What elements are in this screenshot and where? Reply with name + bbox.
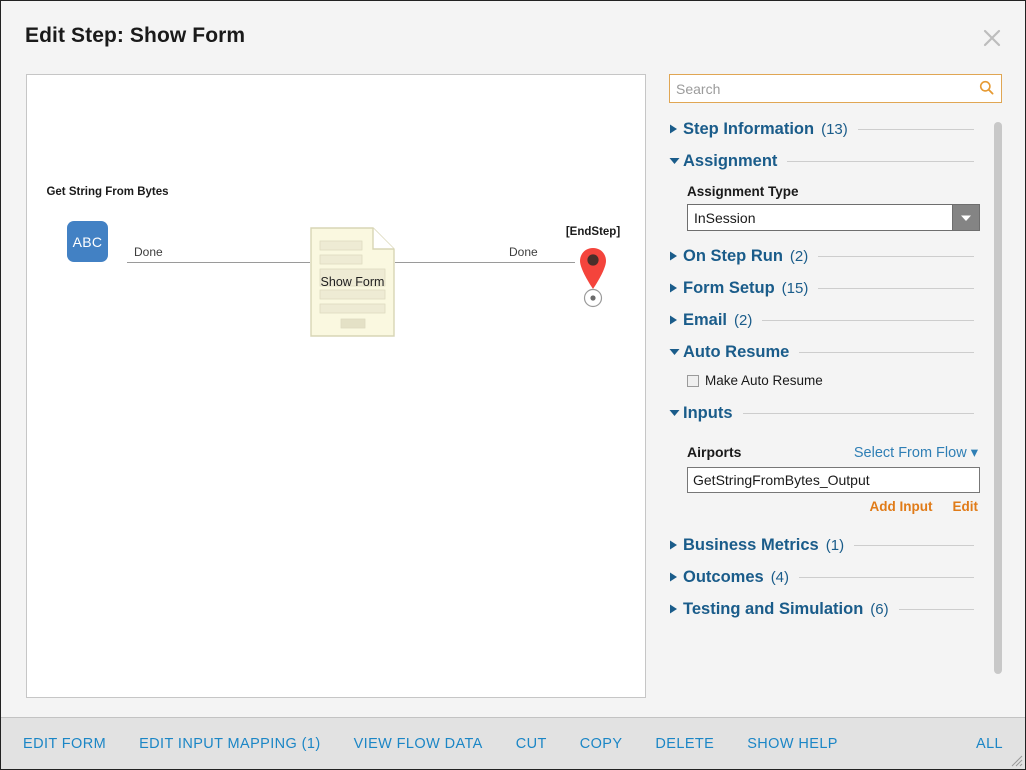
select-from-flow-dropdown[interactable]: Select From Flow ▾ xyxy=(854,445,978,461)
input-header-row: Airports Select From Flow ▾ xyxy=(687,444,980,461)
dialog-footer-toolbar: EDIT FORM EDIT INPUT MAPPING (1) VIEW FL… xyxy=(1,717,1025,769)
section-title: Form Setup xyxy=(683,278,775,297)
chevron-down-icon xyxy=(669,409,683,417)
section-count: (1) xyxy=(825,536,845,554)
section-title: Outcomes xyxy=(683,567,764,586)
make-auto-resume-row[interactable]: Make Auto Resume xyxy=(687,373,980,388)
select-from-flow-label: Select From Flow xyxy=(853,445,967,461)
section-divider xyxy=(742,412,974,414)
section-business-metrics[interactable]: Business Metrics (1) xyxy=(669,532,980,558)
abc-icon: ABC xyxy=(67,221,108,262)
chevron-right-icon xyxy=(669,283,683,293)
dialog-header: Edit Step: Show Form xyxy=(1,1,1025,61)
chevron-right-icon xyxy=(669,540,683,550)
section-form-setup[interactable]: Form Setup (15) xyxy=(669,275,980,301)
section-title: Step Information xyxy=(683,119,815,138)
section-testing-and-simulation[interactable]: Testing and Simulation (6) xyxy=(669,596,980,622)
dialog-body: Done Done Get String From Bytes ABC Show… xyxy=(1,61,1025,717)
section-auto-resume[interactable]: Auto Resume xyxy=(669,339,980,365)
properties-scrollbar[interactable] xyxy=(994,116,1002,694)
node-get-string-from-bytes[interactable]: Get String From Bytes ABC xyxy=(46,186,169,262)
map-pin-icon xyxy=(580,248,606,308)
section-divider xyxy=(787,160,974,162)
chevron-right-icon xyxy=(669,251,683,261)
page-title: Edit Step: Show Form xyxy=(25,24,246,47)
close-icon[interactable] xyxy=(976,22,1008,54)
edit-form-button[interactable]: EDIT FORM xyxy=(23,736,106,752)
section-divider xyxy=(898,608,974,610)
section-title: Business Metrics xyxy=(683,535,819,554)
chevron-down-icon xyxy=(669,348,683,356)
chevron-right-icon xyxy=(669,604,683,614)
view-flow-data-button[interactable]: VIEW FLOW DATA xyxy=(354,736,483,752)
properties-panel: Step Information (13) Assignment Assignm… xyxy=(669,74,1002,696)
section-divider xyxy=(857,128,974,130)
section-divider xyxy=(818,255,974,257)
section-divider xyxy=(818,287,974,289)
assignment-type-select[interactable]: InSession xyxy=(687,204,980,231)
section-title: Inputs xyxy=(683,403,733,422)
edge-line-done-1 xyxy=(127,262,310,263)
section-divider xyxy=(762,319,974,321)
search-row xyxy=(669,74,1002,103)
assignment-type-value: InSession xyxy=(687,204,952,231)
properties-scroll-area: Step Information (13) Assignment Assignm… xyxy=(669,116,1002,694)
section-title: Auto Resume xyxy=(683,342,790,361)
section-step-information[interactable]: Step Information (13) xyxy=(669,116,980,142)
section-divider xyxy=(799,351,974,353)
assignment-type-label: Assignment Type xyxy=(687,184,799,199)
make-auto-resume-checkbox[interactable] xyxy=(687,374,699,387)
section-inputs[interactable]: Inputs xyxy=(669,400,980,426)
section-count: (4) xyxy=(770,568,790,586)
edge-label-done-2: Done xyxy=(509,245,538,259)
input-actions-row: Add Input Edit xyxy=(669,499,978,514)
resize-grip-icon[interactable] xyxy=(1009,753,1023,767)
copy-button[interactable]: COPY xyxy=(580,736,623,752)
section-title: On Step Run xyxy=(683,246,783,265)
chevron-down-icon xyxy=(669,157,683,165)
node-label-get-string-from-bytes: Get String From Bytes xyxy=(46,186,169,198)
node-label-show-form: Show Form xyxy=(320,275,385,289)
chevron-down-icon: ▾ xyxy=(970,445,978,461)
section-title: Email xyxy=(683,310,728,329)
delete-button[interactable]: DELETE xyxy=(655,736,714,752)
flow-canvas[interactable]: Done Done Get String From Bytes ABC Show… xyxy=(26,74,646,698)
scrollbar-thumb[interactable] xyxy=(994,122,1002,674)
add-input-button[interactable]: Add Input xyxy=(870,499,933,514)
chevron-right-icon xyxy=(669,124,683,134)
chevron-right-icon xyxy=(669,572,683,582)
section-divider xyxy=(799,576,974,578)
node-end-step[interactable]: [EndStep] xyxy=(566,226,620,311)
node-show-form[interactable]: Show Form xyxy=(310,227,395,337)
airports-input-field[interactable] xyxy=(687,467,980,493)
search-input[interactable] xyxy=(669,74,1002,103)
section-divider xyxy=(854,544,974,546)
make-auto-resume-label: Make Auto Resume xyxy=(705,373,823,388)
all-button[interactable]: ALL xyxy=(976,736,1003,752)
edit-step-dialog: Edit Step: Show Form Done Done Get Strin… xyxy=(0,0,1026,770)
chevron-down-icon[interactable] xyxy=(952,204,980,231)
show-help-button[interactable]: SHOW HELP xyxy=(747,736,838,752)
edge-label-done-1: Done xyxy=(134,245,163,259)
section-assignment[interactable]: Assignment xyxy=(669,148,980,174)
chevron-right-icon xyxy=(669,315,683,325)
section-outcomes[interactable]: Outcomes (4) xyxy=(669,564,980,590)
edit-input-button[interactable]: Edit xyxy=(953,499,979,514)
node-label-end-step: [EndStep] xyxy=(565,226,621,238)
section-count: (6) xyxy=(870,600,889,618)
section-count: (2) xyxy=(734,311,753,329)
edit-input-mapping-button[interactable]: EDIT INPUT MAPPING (1) xyxy=(139,736,320,752)
section-count: (2) xyxy=(789,247,809,265)
section-email[interactable]: Email (2) xyxy=(669,307,980,333)
edge-line-done-2 xyxy=(395,262,575,263)
input-name-airports: Airports xyxy=(687,444,742,460)
section-count: (15) xyxy=(781,279,809,297)
section-title: Testing and Simulation xyxy=(683,599,864,618)
section-on-step-run[interactable]: On Step Run (2) xyxy=(669,243,980,269)
cut-button[interactable]: CUT xyxy=(516,736,547,752)
section-count: (13) xyxy=(821,120,848,138)
section-title: Assignment xyxy=(683,151,778,170)
